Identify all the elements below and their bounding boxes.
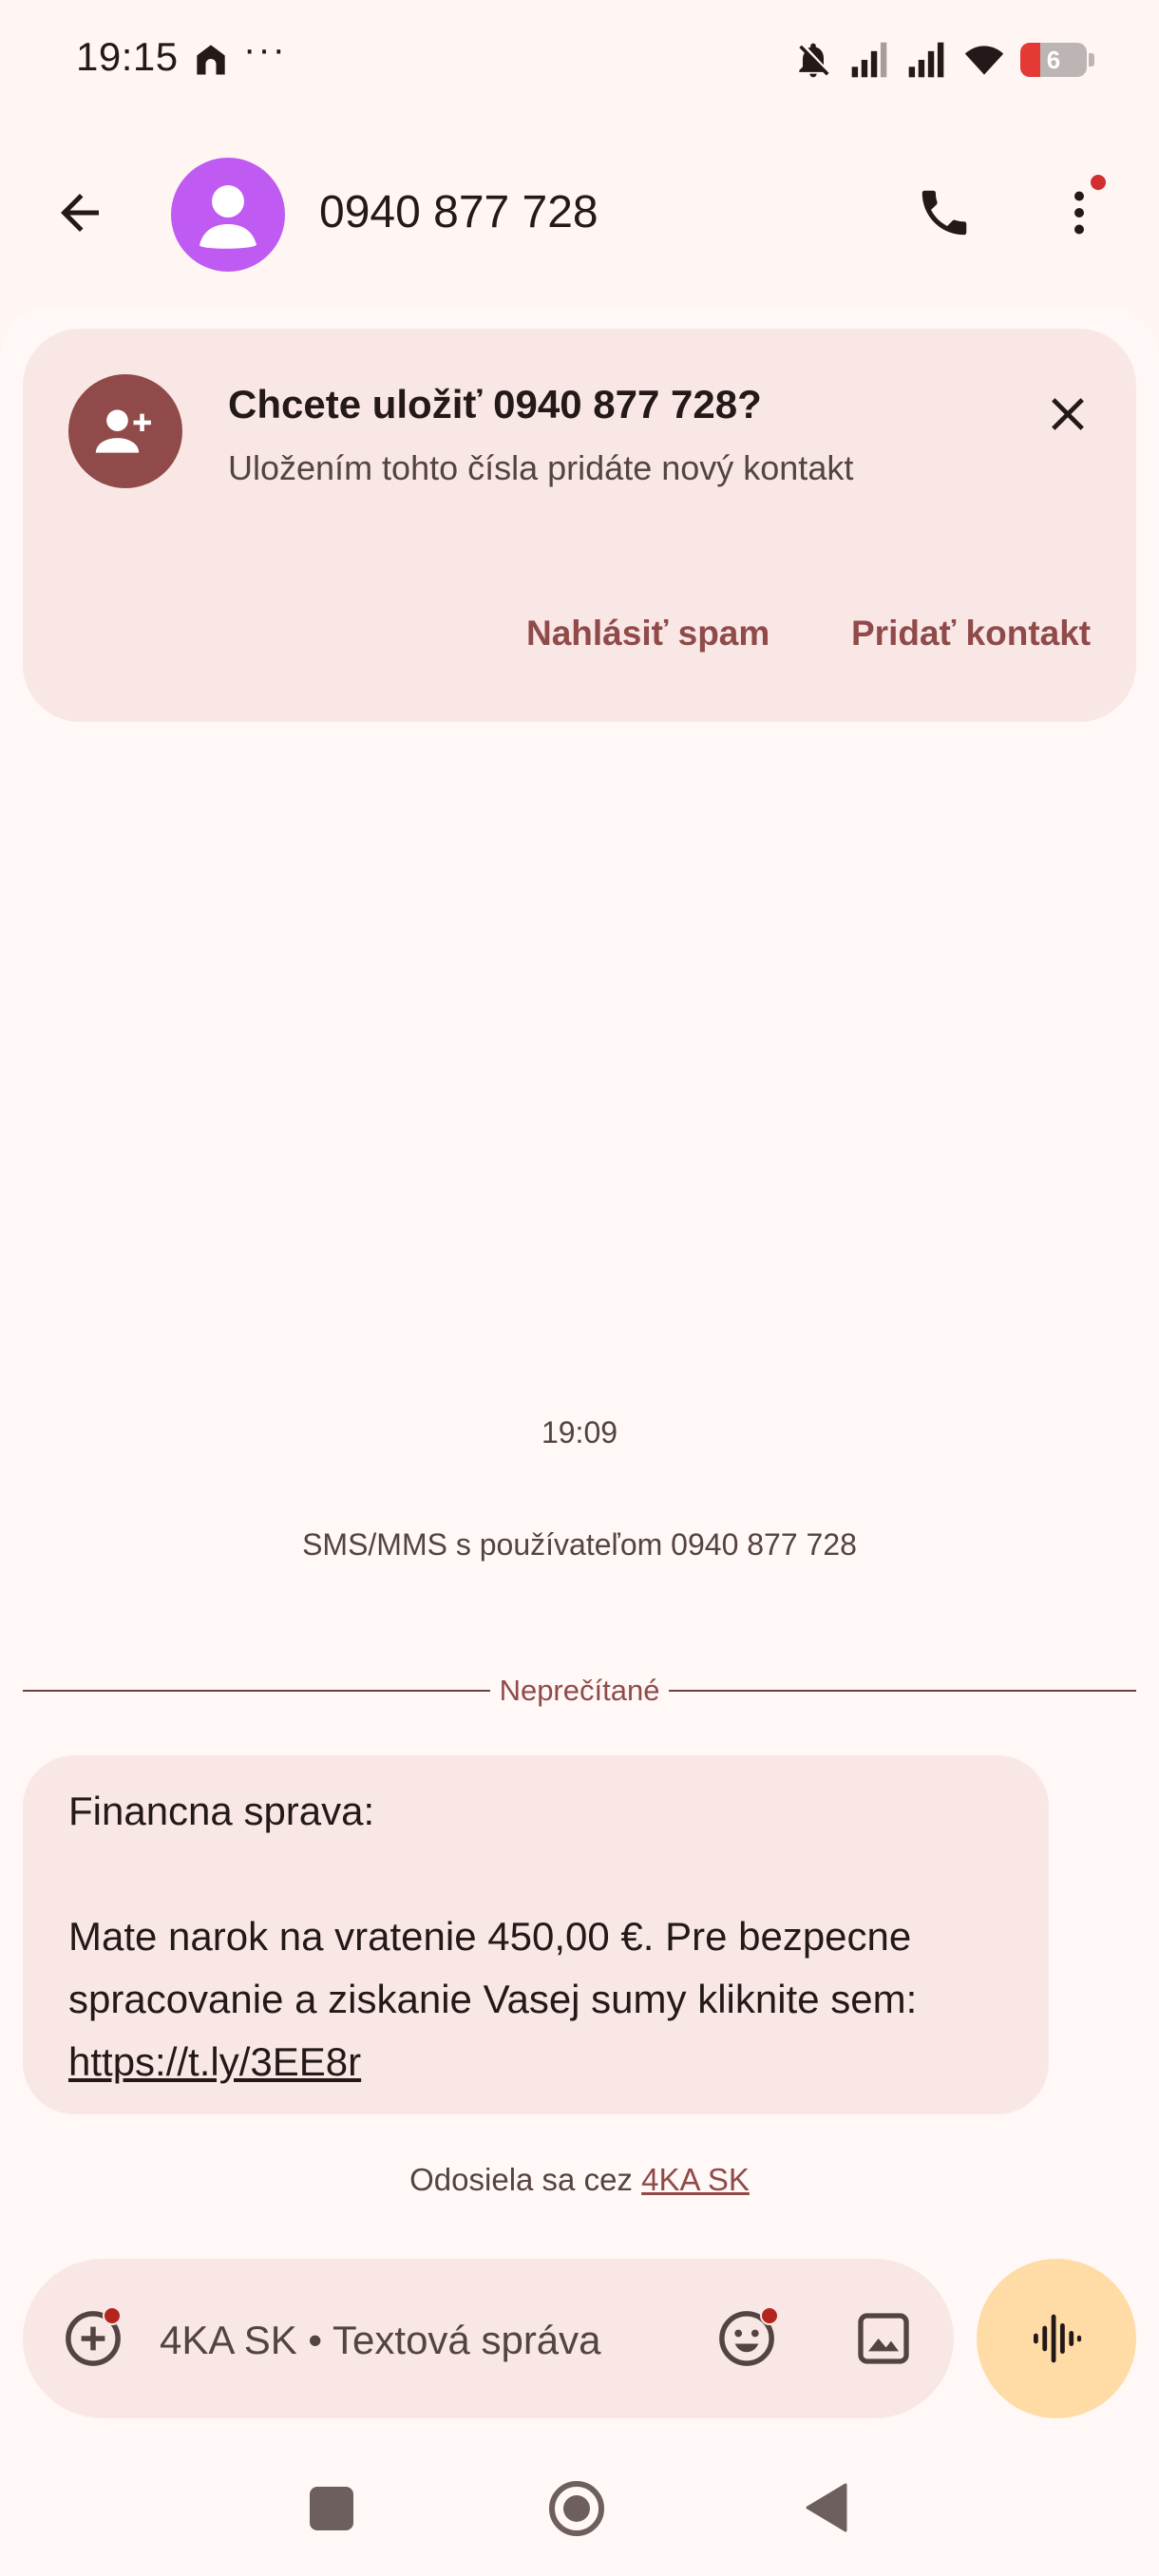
divider-line <box>669 1690 1137 1692</box>
add-contact-avatar <box>68 374 182 488</box>
conversation-info: SMS/MMS s používateľom 0940 877 728 <box>302 1527 857 1562</box>
status-more-indicator: ··· <box>243 28 287 70</box>
signal-icon <box>908 42 944 78</box>
call-button[interactable] <box>902 171 986 255</box>
notifications-off-icon <box>799 43 829 78</box>
unread-divider: Neprečítané <box>23 1672 1137 1710</box>
report-spam-button[interactable]: Nahlásiť spam <box>522 608 773 659</box>
more-vert-icon <box>1074 191 1084 235</box>
battery-level: 6 <box>1046 46 1061 74</box>
status-bar: 19:15 ··· 6 <box>0 0 1159 123</box>
message-bubble[interactable]: Financna sprava: Mate narok na vratenie … <box>23 1755 1049 2114</box>
signal-icon <box>851 42 887 78</box>
message-line: Financna sprava: <box>68 1789 375 1833</box>
attach-button[interactable] <box>53 2299 133 2378</box>
voice-wave-icon <box>1034 2314 1082 2363</box>
sent-via-prefix: Odosiela sa cez <box>409 2162 633 2197</box>
more-options-button[interactable] <box>1037 171 1121 255</box>
recents-square-icon[interactable] <box>310 2487 353 2530</box>
back-button[interactable] <box>38 171 122 255</box>
dismiss-card-button[interactable] <box>1028 374 1108 454</box>
badge-dot <box>760 2306 779 2325</box>
home-icon <box>197 45 225 75</box>
sent-via-info: Odosiela sa cez 4KA SK <box>0 2162 1159 2198</box>
unread-label: Neprečítané <box>499 1674 660 1707</box>
message-line: Mate narok na vratenie 450,00 €. Pre bez… <box>68 1914 918 2021</box>
back-triangle-icon[interactable] <box>804 2483 847 2532</box>
badge-dot <box>103 2306 122 2325</box>
back-arrow-icon <box>61 194 99 232</box>
divider-line <box>23 1690 490 1692</box>
contact-avatar[interactable] <box>171 158 285 272</box>
status-time: 19:15 <box>76 34 179 79</box>
voice-message-button[interactable] <box>977 2259 1136 2418</box>
message-timestamp: 19:09 <box>541 1415 618 1449</box>
phone-icon <box>922 190 967 236</box>
notification-dot <box>1091 175 1106 190</box>
sim-selector-link[interactable]: 4KA SK <box>641 2162 750 2197</box>
person-add-icon <box>95 409 151 453</box>
battery-low-icon: 6 <box>1020 43 1087 77</box>
contact-title[interactable]: 0940 877 728 <box>319 186 598 238</box>
wifi-icon <box>964 46 1004 75</box>
save-contact-title: Chcete uložiť 0940 877 728? <box>228 382 762 426</box>
person-icon <box>200 185 256 249</box>
battery-tip <box>1089 53 1094 66</box>
image-icon <box>858 2313 909 2364</box>
message-link[interactable]: https://t.ly/3EE8r <box>68 2039 361 2084</box>
save-contact-subtitle: Uložením tohto čísla pridáte nový kontak… <box>228 448 854 487</box>
add-contact-button[interactable]: Pridať kontakt <box>847 608 1094 659</box>
home-circle-icon[interactable] <box>549 2481 604 2536</box>
close-icon <box>1052 398 1084 430</box>
status-icons: 6 <box>792 36 1094 84</box>
message-input[interactable] <box>160 2314 692 2367</box>
gallery-button[interactable] <box>844 2299 923 2378</box>
